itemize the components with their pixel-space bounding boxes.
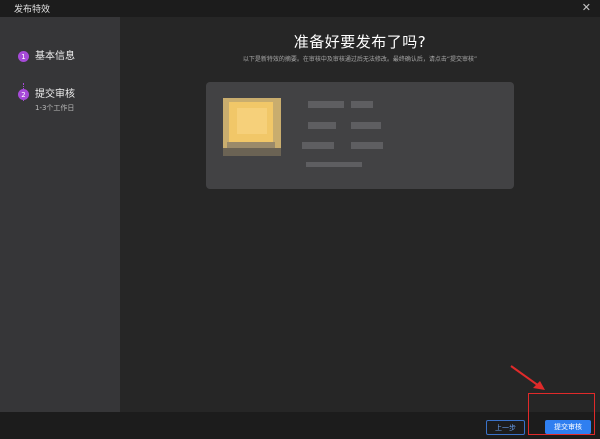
main-panel: 准备好要发布了吗? 以下是新特效的摘要。在审核中及审核通过后无法修改。最终确认后… — [120, 17, 600, 412]
step-number-badge: 1 — [18, 51, 29, 62]
blurred-info-line — [351, 101, 373, 108]
blurred-info-line — [302, 142, 334, 149]
effect-thumbnail — [223, 98, 281, 156]
blurred-info-line — [308, 101, 344, 108]
title-bar: 发布特效 ✕ — [0, 0, 600, 17]
blurred-info-line — [351, 142, 383, 149]
page-title: 准备好要发布了吗? — [293, 33, 427, 51]
step-label: 基本信息 — [35, 51, 75, 62]
annotation-highlight-box — [528, 393, 595, 435]
summary-description: 以下是新特效的摘要。在审核中及审核通过后无法修改。最终确认后，请点击“提交审核” — [242, 56, 478, 63]
step-label: 提交审核 — [35, 89, 75, 100]
step-number-badge: 2 — [18, 89, 29, 100]
annotation-arrow-icon — [510, 365, 545, 390]
step-submit-review[interactable]: 2 提交审核 1-3个工作日 — [18, 88, 75, 113]
previous-step-button[interactable]: 上一步 — [486, 420, 525, 435]
step-basic-info[interactable]: 1 基本信息 — [18, 50, 75, 63]
step-sublabel: 1-3个工作日 — [35, 104, 75, 112]
close-icon[interactable]: ✕ — [582, 1, 591, 14]
blurred-info-line — [308, 122, 336, 129]
blurred-info-line — [351, 122, 381, 129]
blurred-info-line — [306, 162, 362, 167]
effect-summary-card — [206, 82, 514, 189]
window-title: 发布特效 — [14, 5, 51, 15]
steps-sidebar: 1 基本信息 2 提交审核 1-3个工作日 — [0, 17, 120, 412]
